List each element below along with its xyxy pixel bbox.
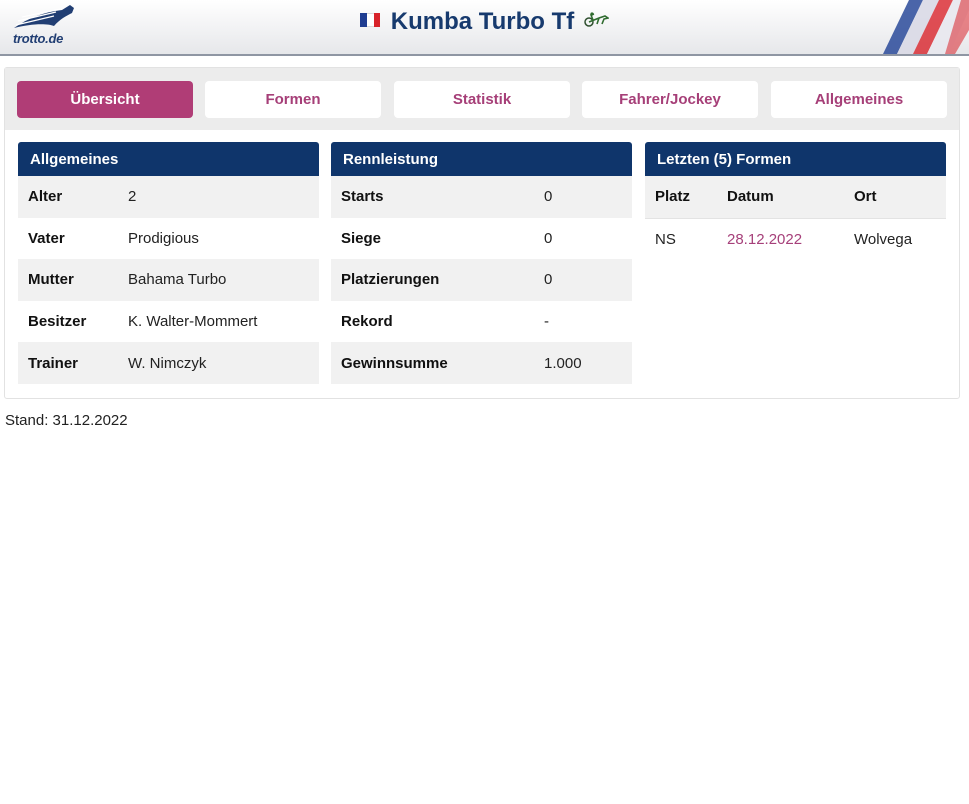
tab-uebersicht[interactable]: Übersicht (17, 81, 193, 118)
row-label: Starts (341, 188, 384, 206)
page-title: Kumba Turbo Tf (390, 8, 575, 35)
row-label: Gewinnsumme (341, 354, 448, 372)
row-label: Alter (28, 188, 63, 206)
row-value: 1.000 (544, 354, 582, 372)
row-value: 0 (544, 271, 553, 289)
allgemeines-card: Allgemeines Alter 2 Vater Prodigious Mut… (18, 142, 319, 384)
row-value: Prodigious (128, 229, 199, 247)
table-row: Trainer W. Nimczyk (18, 342, 319, 384)
letzte-formen-card-title: Letzten (5) Formen (645, 142, 946, 176)
table-row: Vater Prodigious (18, 218, 319, 260)
allgemeines-card-title: Allgemeines (18, 142, 319, 176)
column-header-platz: Platz (655, 188, 691, 206)
tricolor-decoration-icon (883, 0, 969, 54)
trainer-link[interactable]: W. Nimczyk (128, 355, 206, 372)
row-value: - (544, 313, 549, 331)
trotter-sulky-icon (583, 11, 610, 32)
horse-overview-panel: Übersicht Formen Statistik Fahrer/Jockey… (4, 67, 960, 399)
table-row: Platzierungen 0 (331, 259, 632, 301)
table-row: Siege 0 (331, 218, 632, 260)
owner-link[interactable]: K. Walter-Mommert (128, 313, 257, 330)
row-label: Mutter (28, 271, 74, 289)
table-row: Gewinnsumme 1.000 (331, 342, 632, 384)
table-row: Starts 0 (331, 176, 632, 218)
table-row: Mutter Bahama Turbo (18, 259, 319, 301)
tab-formen[interactable]: Formen (205, 81, 381, 118)
row-value: Bahama Turbo (128, 271, 227, 289)
row-value: 2 (128, 188, 137, 206)
rennleistung-card-title: Rennleistung (331, 142, 632, 176)
table-row: Besitzer K. Walter-Mommert (18, 301, 319, 343)
table-row: Alter 2 (18, 176, 319, 218)
row-label: Siege (341, 229, 382, 247)
row-value: 0 (544, 229, 553, 247)
letzte-formen-card: Letzten (5) Formen Platz Datum Ort NS 28… (645, 142, 946, 260)
data-timestamp: Stand: 31.12.2022 (5, 412, 128, 429)
row-label: Besitzer (28, 313, 87, 331)
row-label: Platzierungen (341, 271, 440, 289)
column-header-ort: Ort (854, 188, 877, 206)
row-label: Trainer (28, 354, 79, 372)
cell-platz: NS (655, 230, 676, 248)
rennleistung-card: Rennleistung Starts 0 Siege 0 Platzierun… (331, 142, 632, 384)
cell-ort: Wolvega (854, 230, 913, 248)
table-row: NS 28.12.2022 Wolvega (645, 219, 946, 261)
table-header-row: Platz Datum Ort (645, 176, 946, 219)
row-label: Rekord (341, 313, 393, 331)
row-value: 0 (544, 188, 553, 206)
column-header-datum: Datum (727, 188, 774, 206)
page-header: trotto.de Kumba Turbo Tf (0, 0, 969, 56)
tab-bar: Übersicht Formen Statistik Fahrer/Jockey… (5, 68, 959, 130)
row-label: Vater (28, 229, 65, 247)
france-flag-icon (360, 13, 381, 27)
tab-allgemeines[interactable]: Allgemeines (771, 81, 947, 118)
race-date-link[interactable]: 28.12.2022 (727, 231, 802, 248)
tab-statistik[interactable]: Statistik (394, 81, 570, 118)
tab-fahrer-jockey[interactable]: Fahrer/Jockey (582, 81, 758, 118)
table-row: Rekord - (331, 301, 632, 343)
